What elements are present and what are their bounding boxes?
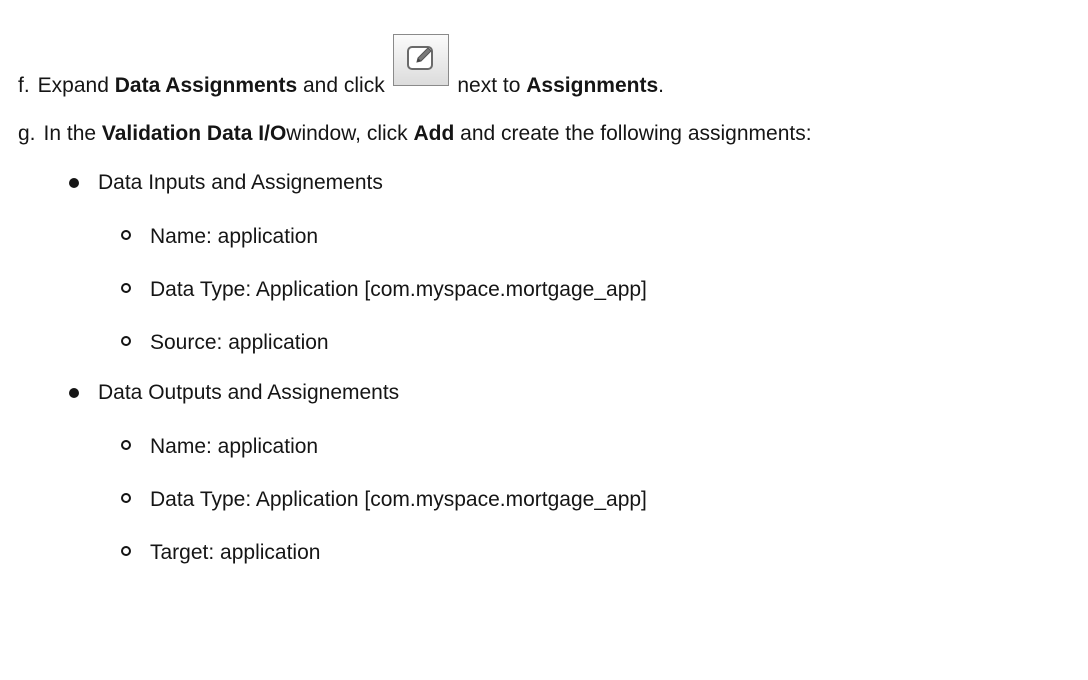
circle-bullet-icon [121, 283, 131, 293]
list-item: Data Type: Application [com.myspace.mort… [150, 488, 647, 511]
list-item: Source: application [150, 331, 329, 354]
step-marker: f. [18, 74, 30, 97]
circle-bullet-icon [121, 440, 131, 450]
step-g: g. In the Validation Data I/Owindow, clic… [18, 120, 812, 148]
step-marker: g. [18, 122, 36, 145]
list-item: Name: application [150, 225, 319, 248]
inputs-heading: Data Inputs and Assignements [98, 171, 383, 194]
pencil-edit-icon [406, 46, 433, 70]
edit-assignments-button[interactable] [392, 34, 449, 86]
step-text: In the [43, 122, 102, 145]
step-text: window, click [286, 122, 414, 145]
step-bold-text: Data Assignments [114, 74, 298, 97]
list-item: Target: application [150, 541, 321, 564]
outputs-heading: Data Outputs and Assignements [98, 381, 400, 404]
list-item: Name: application [150, 435, 319, 458]
step-text: and click [297, 74, 391, 97]
step-text: next to [451, 74, 527, 97]
step-text: Expand [37, 74, 115, 97]
circle-bullet-icon [121, 336, 131, 346]
circle-bullet-icon [121, 546, 131, 556]
bullet-icon [69, 388, 79, 398]
document-page: { "steps": { "f": { "marker": "f.", "tex… [0, 0, 1088, 680]
step-bold-text: Add [413, 122, 455, 145]
list-item: Data Type: Application [com.myspace.mort… [150, 278, 647, 301]
step-bold-text: Validation Data I/O [101, 122, 287, 145]
circle-bullet-icon [121, 230, 131, 240]
step-bold-text: Assignments [526, 74, 659, 97]
step-f: f. Expand Data Assignments and click next… [18, 34, 664, 100]
step-text: and create the following assignments: [454, 122, 812, 145]
bullet-icon [69, 178, 79, 188]
step-text: . [658, 74, 664, 97]
circle-bullet-icon [121, 493, 131, 503]
